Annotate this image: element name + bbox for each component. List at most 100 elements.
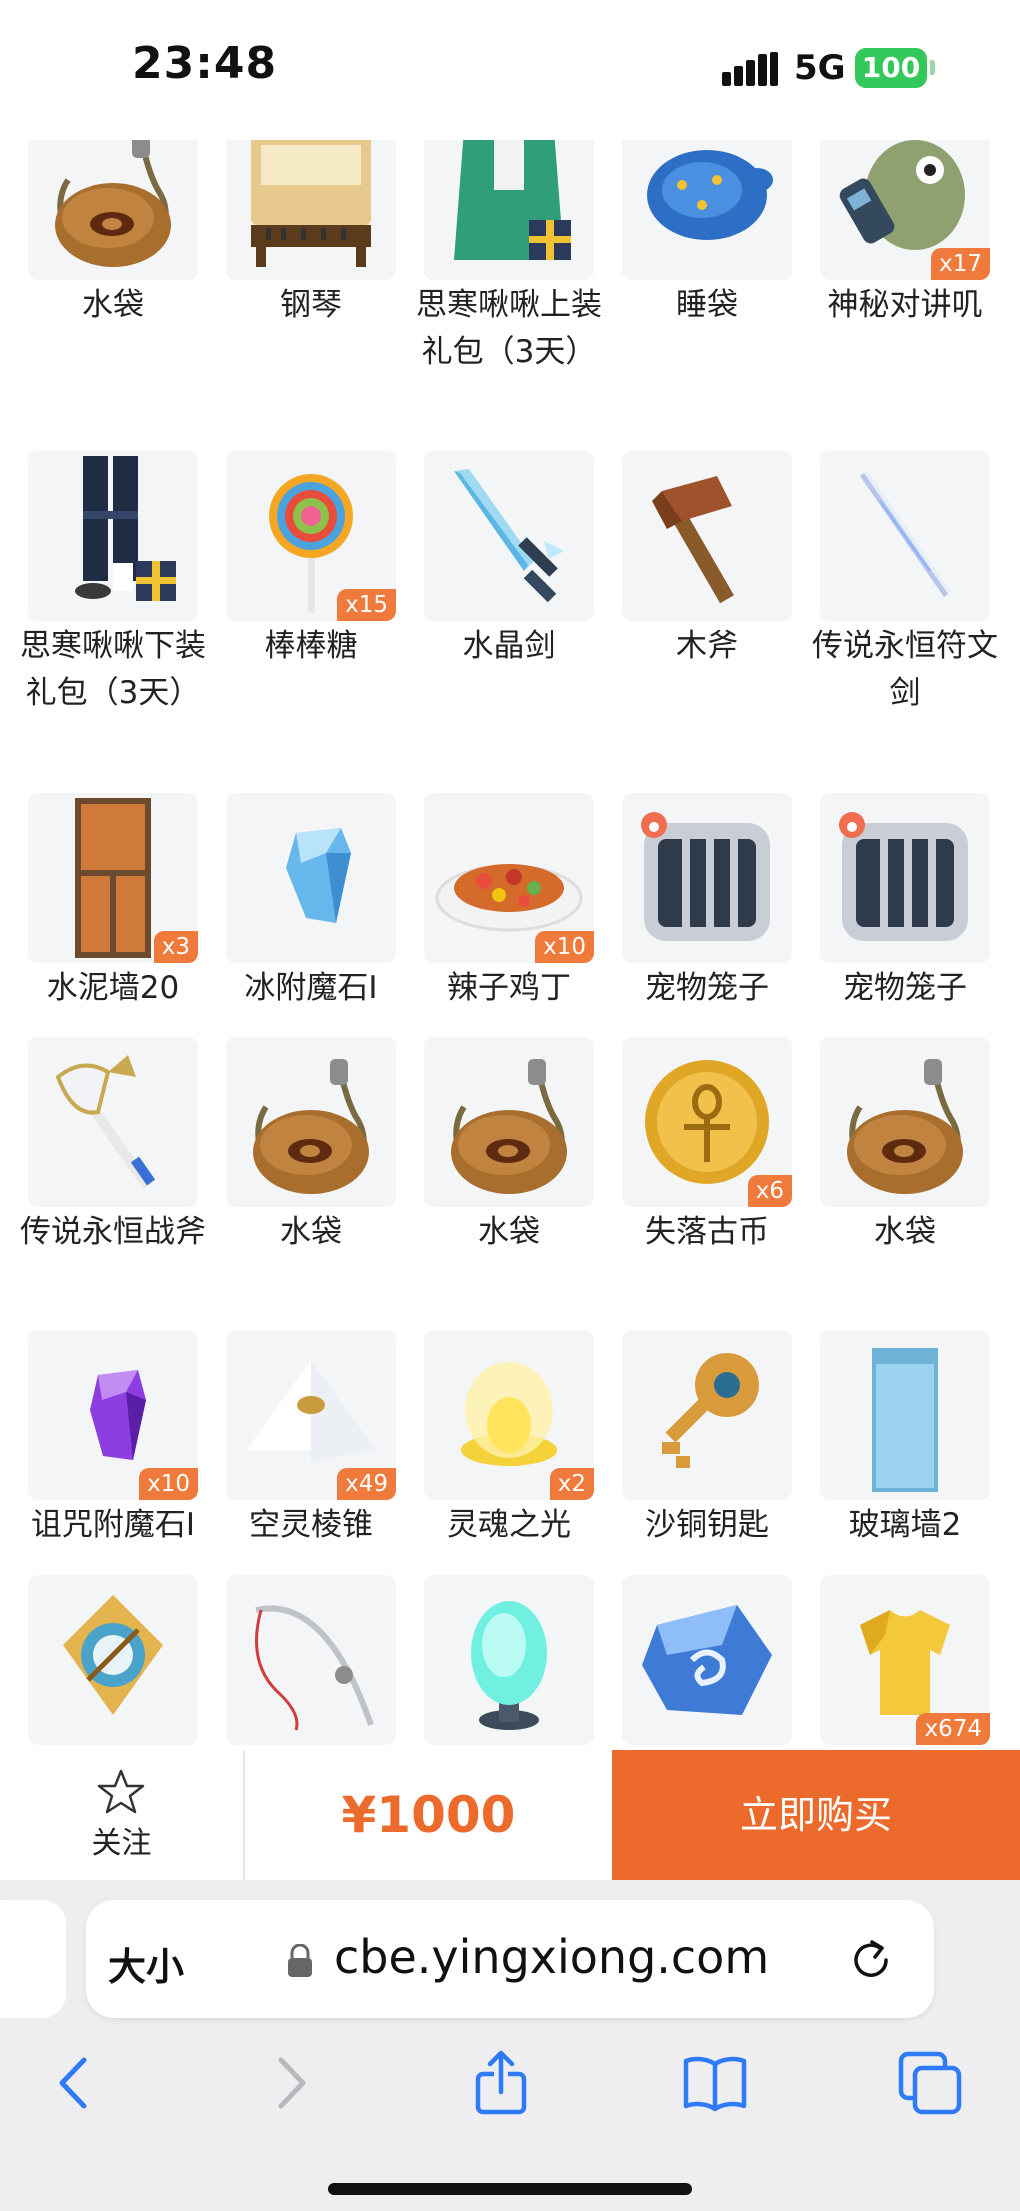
item-card[interactable]: 思寒啾啾下装礼包（3天）: [20, 451, 206, 717]
item-thumbnail: x15: [226, 451, 396, 621]
previous-tab-preview[interactable]: [0, 1900, 66, 2018]
item-count-badge: x17: [931, 248, 990, 280]
item-card[interactable]: 家园基石: [621, 1575, 793, 1750]
bookmarks-icon[interactable]: [680, 2048, 750, 2118]
buy-now-button[interactable]: 立即购买: [612, 1750, 1020, 1880]
item-card[interactable]: x674霓裳碎片: [819, 1575, 991, 1750]
item-card[interactable]: 钢琴: [225, 140, 397, 329]
item-card[interactable]: 思寒啾啾上装礼包（3天）: [416, 140, 602, 376]
status-bar: 23:48 5G 100: [0, 0, 1020, 140]
network-label: 5G: [794, 48, 846, 88]
item-name: 水袋: [478, 1214, 540, 1250]
item-card[interactable]: 睡袋: [621, 140, 793, 329]
golem-summoner-icon: [63, 1595, 163, 1715]
follow-label: 关注: [91, 1826, 152, 1861]
item-card[interactable]: 水袋: [27, 140, 199, 329]
item-name: 空灵棱锥: [249, 1507, 373, 1543]
item-card[interactable]: 宠物笼子: [621, 793, 793, 1012]
item-name: 水袋: [280, 1214, 342, 1250]
item-thumbnail: x49: [226, 1330, 396, 1500]
item-card[interactable]: x15 棒棒糖: [225, 451, 397, 670]
item-grid-scroll[interactable]: 水袋 钢琴 思寒啾啾上装礼包（3天） 睡袋 x17 神秘对讲叽 思寒啾啾下装礼包（3天） x1…: [0, 140, 1020, 1750]
item-thumbnail: [622, 793, 792, 963]
item-thumbnail: [820, 451, 990, 621]
back-icon[interactable]: [40, 2048, 110, 2118]
item-name: 水袋: [82, 287, 144, 323]
water-bag-icon: [55, 140, 171, 267]
item-count-badge: x6: [747, 1175, 792, 1207]
item-name: 水泥墙20: [46, 970, 180, 1006]
status-time: 23:48: [132, 38, 278, 89]
item-card[interactable]: x6 失落古币: [621, 1037, 793, 1256]
item-thumbnail: x3: [28, 793, 198, 963]
item-card[interactable]: 传说永恒战斧: [20, 1037, 206, 1256]
item-thumbnail: [820, 793, 990, 963]
item-card[interactable]: x3 水泥墙20: [27, 793, 199, 1012]
address-bar[interactable]: 大小 cbe.yingxiong.com: [86, 1900, 934, 2018]
item-thumbnail: [28, 451, 198, 621]
outfit-bottom-gift-icon: [75, 456, 176, 601]
item-name: 玻璃墙2: [848, 1507, 962, 1543]
water-bag-icon: [451, 1059, 567, 1194]
item-thumbnail: [424, 1037, 594, 1207]
item-name: 宠物笼子: [843, 970, 967, 1006]
item-card[interactable]: x2 灵魂之光: [423, 1330, 595, 1549]
item-name: 水晶剑: [462, 628, 556, 664]
item-card[interactable]: 传说永恒符文剑: [812, 451, 998, 717]
item-card[interactable]: x10 辣子鸡丁: [423, 793, 595, 1012]
item-count-badge: x49: [337, 1468, 396, 1500]
water-bag-icon: [253, 1059, 369, 1194]
wood-axe-icon: [652, 476, 734, 604]
item-card[interactable]: 家园传送器: [423, 1575, 595, 1750]
item-thumbnail: x10: [28, 1330, 198, 1500]
ice-enchant-stone-icon: [286, 828, 351, 923]
tabs-icon[interactable]: [895, 2048, 965, 2118]
item-thumbnail: x674: [820, 1575, 990, 1745]
item-name: 灵魂之光: [447, 1507, 571, 1543]
item-card[interactable]: 宠物笼子: [819, 793, 991, 1012]
item-thumbnail: [226, 1575, 396, 1745]
fishing-rod-icon: [255, 1605, 374, 1731]
reload-icon[interactable]: [848, 1936, 894, 1982]
item-name: 宠物笼子: [645, 970, 769, 1006]
battery-icon: 100: [855, 48, 927, 88]
item-card[interactable]: 水袋: [819, 1037, 991, 1256]
outfit-top-gift-icon: [454, 140, 571, 260]
glass-wall-icon: [872, 1348, 938, 1492]
follow-button[interactable]: 关注: [0, 1750, 245, 1880]
item-count-badge: x10: [535, 931, 594, 963]
item-card[interactable]: x49 空灵棱锥: [225, 1330, 397, 1549]
item-card[interactable]: x10 诅咒附魔石I: [27, 1330, 199, 1549]
item-card[interactable]: 水晶剑: [423, 451, 595, 670]
item-count-badge: x674: [916, 1713, 990, 1745]
item-card[interactable]: 木斧: [621, 451, 793, 670]
item-thumbnail: x10: [424, 793, 594, 963]
item-card[interactable]: 冰附魔石I: [225, 793, 397, 1012]
item-count-badge: x15: [337, 589, 396, 621]
item-name: 冰附魔石I: [244, 970, 378, 1006]
item-name: 神秘对讲叽: [827, 287, 983, 323]
item-thumbnail: [424, 451, 594, 621]
item-name: 沙铜钥匙: [645, 1507, 769, 1543]
item-card[interactable]: 水袋: [423, 1037, 595, 1256]
item-thumbnail: [226, 140, 396, 280]
share-icon[interactable]: [466, 2048, 536, 2118]
piano-icon: [251, 140, 371, 267]
item-name: 传说永恒战斧: [20, 1214, 206, 1250]
item-name: 思寒啾啾上装礼包（3天）: [416, 287, 602, 370]
browser-toolbar: 大小 cbe.yingxiong.com: [0, 1880, 1020, 2211]
item-thumbnail: [28, 1575, 198, 1745]
item-count-badge: x10: [139, 1468, 198, 1500]
item-name: 棒棒糖: [264, 628, 358, 664]
item-card[interactable]: 魔像召唤器: [27, 1575, 199, 1750]
item-card[interactable]: x17 神秘对讲叽: [819, 140, 991, 329]
pet-cage-icon: [641, 812, 770, 941]
url-text[interactable]: cbe.yingxiong.com: [334, 1930, 769, 1984]
item-card[interactable]: 鱼竿-鱼骨: [225, 1575, 397, 1750]
item-thumbnail: [820, 1037, 990, 1207]
item-card[interactable]: 沙铜钥匙: [621, 1330, 793, 1549]
forward-icon[interactable]: [255, 2048, 325, 2118]
page-settings-button[interactable]: 大小: [108, 1936, 184, 1991]
item-card[interactable]: 水袋: [225, 1037, 397, 1256]
item-card[interactable]: 玻璃墙2: [819, 1330, 991, 1549]
